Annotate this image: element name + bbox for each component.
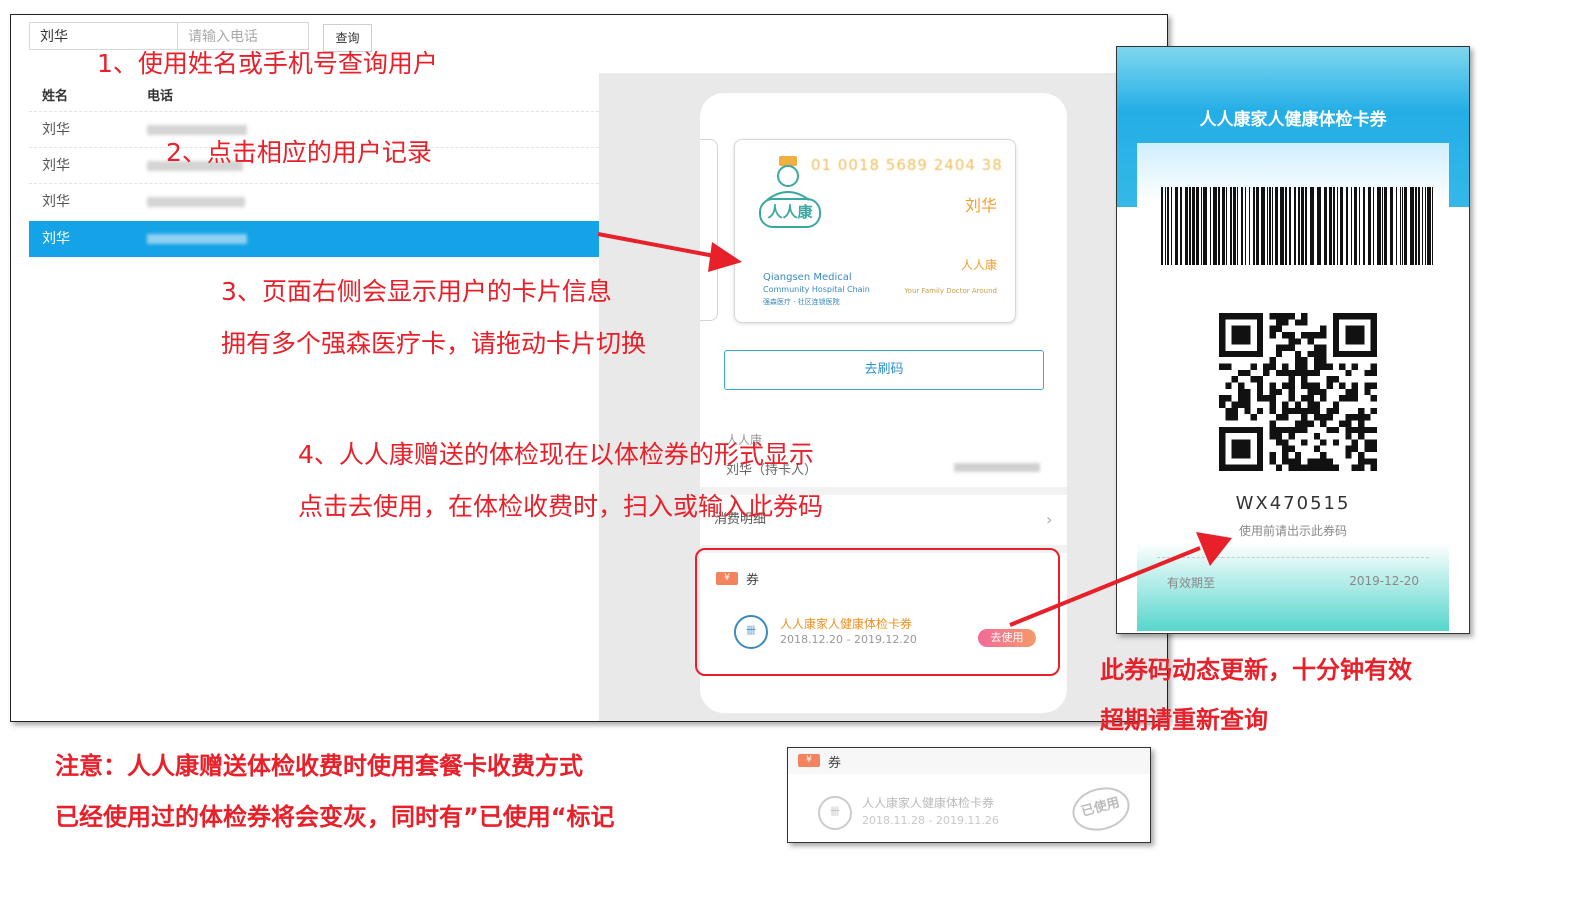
used-coupon-example: ¥ 券 卌 人人康家人健康体检卡券 2018.11.28 - 2019.11.2… (787, 747, 1151, 843)
row-name: 刘华 (42, 158, 70, 174)
row-phone-blurred (147, 197, 245, 207)
holder-phone-blurred (954, 463, 1040, 472)
card-company-cn: 强森医疗 · 社区连锁医院 (763, 298, 840, 306)
annotation-step4-line1: 4、人人康赠送的体检现在以体检券的形式显示 (298, 440, 814, 469)
used-coupon-header (788, 748, 1150, 774)
coupon-code-panel: 人人康家人健康体检卡券 WX470515 使用前请出示此券码 有效期至 2019… (1116, 46, 1470, 634)
chevron-right-icon: › (1046, 510, 1053, 529)
row-name: 刘华 (42, 231, 70, 247)
divider (1157, 557, 1429, 558)
card-slogan: Your Family Doctor Around (904, 287, 997, 295)
table-row-selected[interactable]: 刘华 (29, 221, 599, 257)
used-coupon-section-label: 券 (828, 756, 842, 771)
card-logo-text: 人人康 (759, 198, 821, 228)
coupon-highlight-box (695, 548, 1060, 676)
valid-until-label: 有效期至 (1167, 576, 1216, 590)
annotation-dynamic-line1: 此券码动态更新，十分钟有效 (1100, 656, 1412, 684)
qr-code-image (1219, 313, 1377, 471)
annotation-dynamic-line2: 超期请重新查询 (1100, 706, 1268, 734)
barcode-image (1161, 187, 1433, 265)
ticket-title: 人人康家人健康体检卡券 (1199, 110, 1387, 130)
row-phone-blurred (147, 234, 247, 244)
annotation-note-line1: 注意：人人康赠送体检收费时使用套餐卡收费方式 (55, 752, 583, 780)
ticket-body: WX470515 使用前请出示此券码 有效期至 2019-12-20 (1137, 143, 1449, 631)
table-row[interactable]: 刘华 (29, 183, 599, 220)
adjacent-card[interactable] (700, 139, 718, 321)
ticket-icon: ¥ (798, 754, 820, 767)
card-company-en: Qiangsen Medical (763, 272, 852, 283)
column-header-phone: 电话 (147, 89, 174, 104)
scan-code-button[interactable]: 去刷码 (724, 350, 1044, 390)
card-brand: 人人康 (960, 258, 997, 272)
row-name: 刘华 (42, 122, 70, 138)
row-name: 刘华 (42, 194, 70, 210)
annotation-step1: 1、使用姓名或手机号查询用户 (97, 49, 438, 78)
card-company-sub: Community Hospital Chain (763, 285, 870, 294)
card-holder-name: 刘华 (964, 196, 997, 215)
column-header-name: 姓名 (42, 89, 69, 104)
card-number: 01 0018 5689 2404 38 (811, 156, 1003, 174)
annotation-step2: 2、点击相应的用户记录 (166, 138, 432, 167)
annotation-step4-line2: 点击去使用，在体检收费时，扫入或输入此券码 (298, 492, 824, 521)
member-card[interactable]: 人人康 01 0018 5689 2404 38 刘华 人人康 Qiangsen… (734, 139, 1016, 323)
used-coupon-date-range: 2018.11.28 - 2019.11.26 (862, 814, 999, 827)
used-coupon-title: 人人康家人健康体检卡券 (862, 796, 995, 810)
annotation-step3-line2: 拥有多个强森医疗卡，请拖动卡片切换 (221, 329, 647, 358)
annotation-note-line2: 已经使用过的体检券将会变灰，同时有”已使用“标记 (55, 803, 615, 831)
hospital-seal-icon: 卌 (818, 796, 852, 830)
annotation-step3-line1: 3、页面右侧会显示用户的卡片信息 (221, 277, 612, 306)
valid-until-date: 2019-12-20 (1349, 574, 1419, 588)
user-table: 姓名 电话 刘华 刘华 刘华 刘华 (29, 73, 599, 721)
coupon-hint: 使用前请出示此券码 (1238, 524, 1347, 538)
coupon-code: WX470515 (1235, 493, 1351, 514)
used-stamp: 已使用 (1067, 781, 1135, 837)
